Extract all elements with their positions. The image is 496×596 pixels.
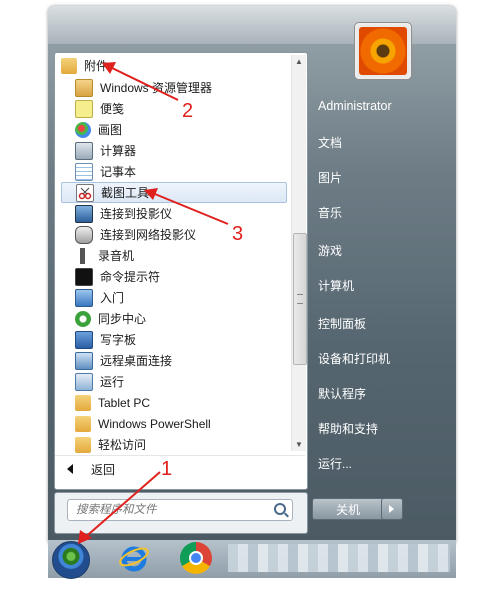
- menu-item-remote-desktop[interactable]: 远程桌面连接: [61, 350, 287, 371]
- menu-item-calculator[interactable]: 计算器: [61, 140, 287, 161]
- remote-desktop-icon: [75, 351, 93, 370]
- back-arrow-icon: [67, 464, 73, 474]
- programs-pane: 附件 Windows 资源管理器 便笺 画图 计算器 记事本 截图工具 连接到投…: [54, 52, 308, 490]
- menu-item-network-projector[interactable]: 连接到网络投影仪: [61, 224, 287, 245]
- calculator-icon: [75, 141, 93, 160]
- menu-item-powershell[interactable]: Windows PowerShell: [61, 413, 287, 434]
- right-item-control-panel[interactable]: 控制面板: [318, 315, 366, 332]
- menu-item-command-prompt[interactable]: 命令提示符: [61, 266, 287, 287]
- right-item-computer[interactable]: 计算机: [318, 277, 354, 294]
- right-item-devices-printers[interactable]: 设备和打印机: [318, 350, 390, 367]
- menu-item-paint[interactable]: 画图: [61, 119, 287, 140]
- user-avatar[interactable]: [354, 22, 412, 80]
- folder-icon: [61, 57, 77, 74]
- run-icon: [75, 372, 93, 391]
- annotation-number-2: 2: [182, 100, 194, 122]
- notepad-icon: [75, 162, 93, 181]
- flower-picture-icon: [359, 27, 407, 75]
- menu-item-accessories[interactable]: 附件: [61, 55, 287, 76]
- projector-icon: [75, 204, 93, 223]
- right-item-games[interactable]: 游戏: [318, 242, 342, 259]
- folder-icon: [75, 436, 91, 453]
- getting-started-icon: [75, 288, 93, 307]
- folder-icon: [75, 415, 91, 432]
- right-item-music[interactable]: 音乐: [318, 204, 342, 221]
- menu-item-sync-center[interactable]: 同步中心: [61, 308, 287, 329]
- menu-item-notepad[interactable]: 记事本: [61, 161, 287, 182]
- annotation-number-3: 3: [232, 223, 244, 245]
- shutdown-options-arrow-icon[interactable]: [381, 498, 403, 520]
- folder-icon: [75, 394, 91, 411]
- microphone-icon: [75, 247, 91, 264]
- chrome-icon[interactable]: [180, 542, 212, 574]
- scroll-up-arrow-icon[interactable]: ▲: [295, 57, 303, 66]
- annotation-number-1: 1: [161, 458, 173, 480]
- menu-item-connect-projector[interactable]: 连接到投影仪: [61, 203, 287, 224]
- scroll-thumb[interactable]: [293, 233, 307, 365]
- right-item-run[interactable]: 运行...: [318, 455, 352, 472]
- menu-item-ease-of-access[interactable]: 轻松访问: [61, 434, 287, 455]
- cmd-icon: [75, 267, 93, 286]
- menu-item-snipping-tool[interactable]: 截图工具: [61, 182, 287, 203]
- sticky-notes-icon: [75, 99, 93, 118]
- menu-item-getting-started[interactable]: 入门: [61, 287, 287, 308]
- internet-explorer-icon[interactable]: [118, 542, 150, 574]
- blurred-taskbar-region: [228, 544, 450, 572]
- programs-list: 附件 Windows 资源管理器 便笺 画图 计算器 记事本 截图工具 连接到投…: [55, 53, 289, 453]
- search-area: [54, 492, 308, 534]
- menu-item-run[interactable]: 运行: [61, 371, 287, 392]
- explorer-icon: [75, 78, 93, 97]
- scroll-down-arrow-icon[interactable]: ▼: [295, 440, 303, 449]
- back-button[interactable]: 返回: [55, 455, 305, 482]
- paint-icon: [75, 121, 91, 138]
- grip-icon: [297, 294, 303, 304]
- menu-item-tablet-pc[interactable]: Tablet PC: [61, 392, 287, 413]
- network-projector-icon: [75, 225, 93, 244]
- menu-item-sticky-notes[interactable]: 便笺: [61, 98, 287, 119]
- wordpad-icon: [75, 330, 93, 349]
- menu-item-wordpad[interactable]: 写字板: [61, 329, 287, 350]
- search-icon[interactable]: [274, 503, 286, 515]
- right-item-documents[interactable]: 文档: [318, 134, 342, 151]
- menu-item-sound-recorder[interactable]: 录音机: [61, 245, 287, 266]
- shutdown-button[interactable]: 关机: [312, 498, 384, 520]
- menu-item-explorer[interactable]: Windows 资源管理器: [61, 77, 287, 98]
- right-item-default-programs[interactable]: 默认程序: [318, 385, 366, 402]
- right-item-help-support[interactable]: 帮助和支持: [318, 420, 378, 437]
- snipping-tool-icon: [76, 183, 94, 202]
- right-item-pictures[interactable]: 图片: [318, 169, 342, 186]
- sync-icon: [75, 310, 91, 327]
- programs-scrollbar[interactable]: ▲ ▼: [291, 55, 307, 451]
- start-orb-icon[interactable]: [52, 541, 90, 579]
- search-input[interactable]: [68, 501, 266, 519]
- search-box[interactable]: [67, 499, 293, 521]
- right-item-administrator[interactable]: Administrator: [318, 99, 392, 113]
